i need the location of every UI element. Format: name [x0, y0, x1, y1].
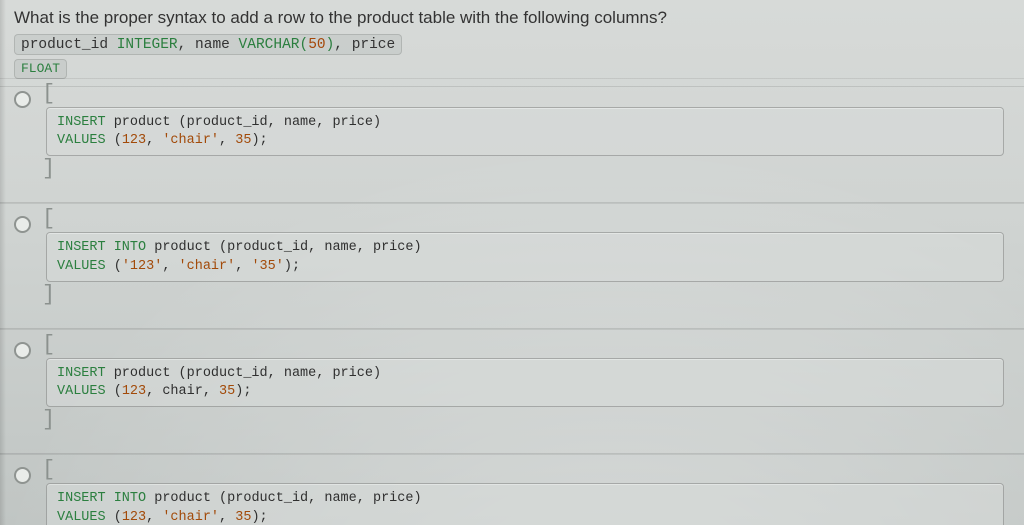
answer-option[interactable]: [ INSERT INTO product (product_id, name,…: [0, 454, 1024, 525]
options-container: [ INSERT product (product_id, name, pric…: [0, 78, 1024, 525]
radio-button[interactable]: [14, 342, 31, 359]
radio-button[interactable]: [14, 467, 31, 484]
schema-code: product_id INTEGER, name VARCHAR(50), pr…: [14, 34, 402, 56]
bracket-close: ]: [42, 158, 1014, 180]
answer-option[interactable]: [ INSERT product (product_id, name, pric…: [0, 78, 1024, 203]
bracket-open: [: [42, 208, 1014, 230]
bracket-close: ]: [42, 284, 1014, 306]
question-text: What is the proper syntax to add a row t…: [14, 8, 667, 27]
bracket-open: [: [42, 459, 1014, 481]
radio-button[interactable]: [14, 91, 31, 108]
schema-code-continued: FLOAT: [14, 59, 67, 79]
code-snippet: INSERT product (product_id, name, price)…: [46, 107, 1004, 156]
bracket-open: [: [42, 334, 1014, 356]
code-snippet: INSERT INTO product (product_id, name, p…: [46, 232, 1004, 281]
answer-option[interactable]: [ INSERT product (product_id, name, pric…: [0, 329, 1024, 454]
bracket-open: [: [42, 83, 1014, 105]
code-snippet: INSERT product (product_id, name, price)…: [46, 358, 1004, 407]
bracket-close: ]: [42, 409, 1014, 431]
code-snippet: INSERT INTO product (product_id, name, p…: [46, 483, 1004, 525]
question-prompt: What is the proper syntax to add a row t…: [0, 0, 1024, 87]
radio-button[interactable]: [14, 216, 31, 233]
answer-option[interactable]: [ INSERT INTO product (product_id, name,…: [0, 203, 1024, 328]
